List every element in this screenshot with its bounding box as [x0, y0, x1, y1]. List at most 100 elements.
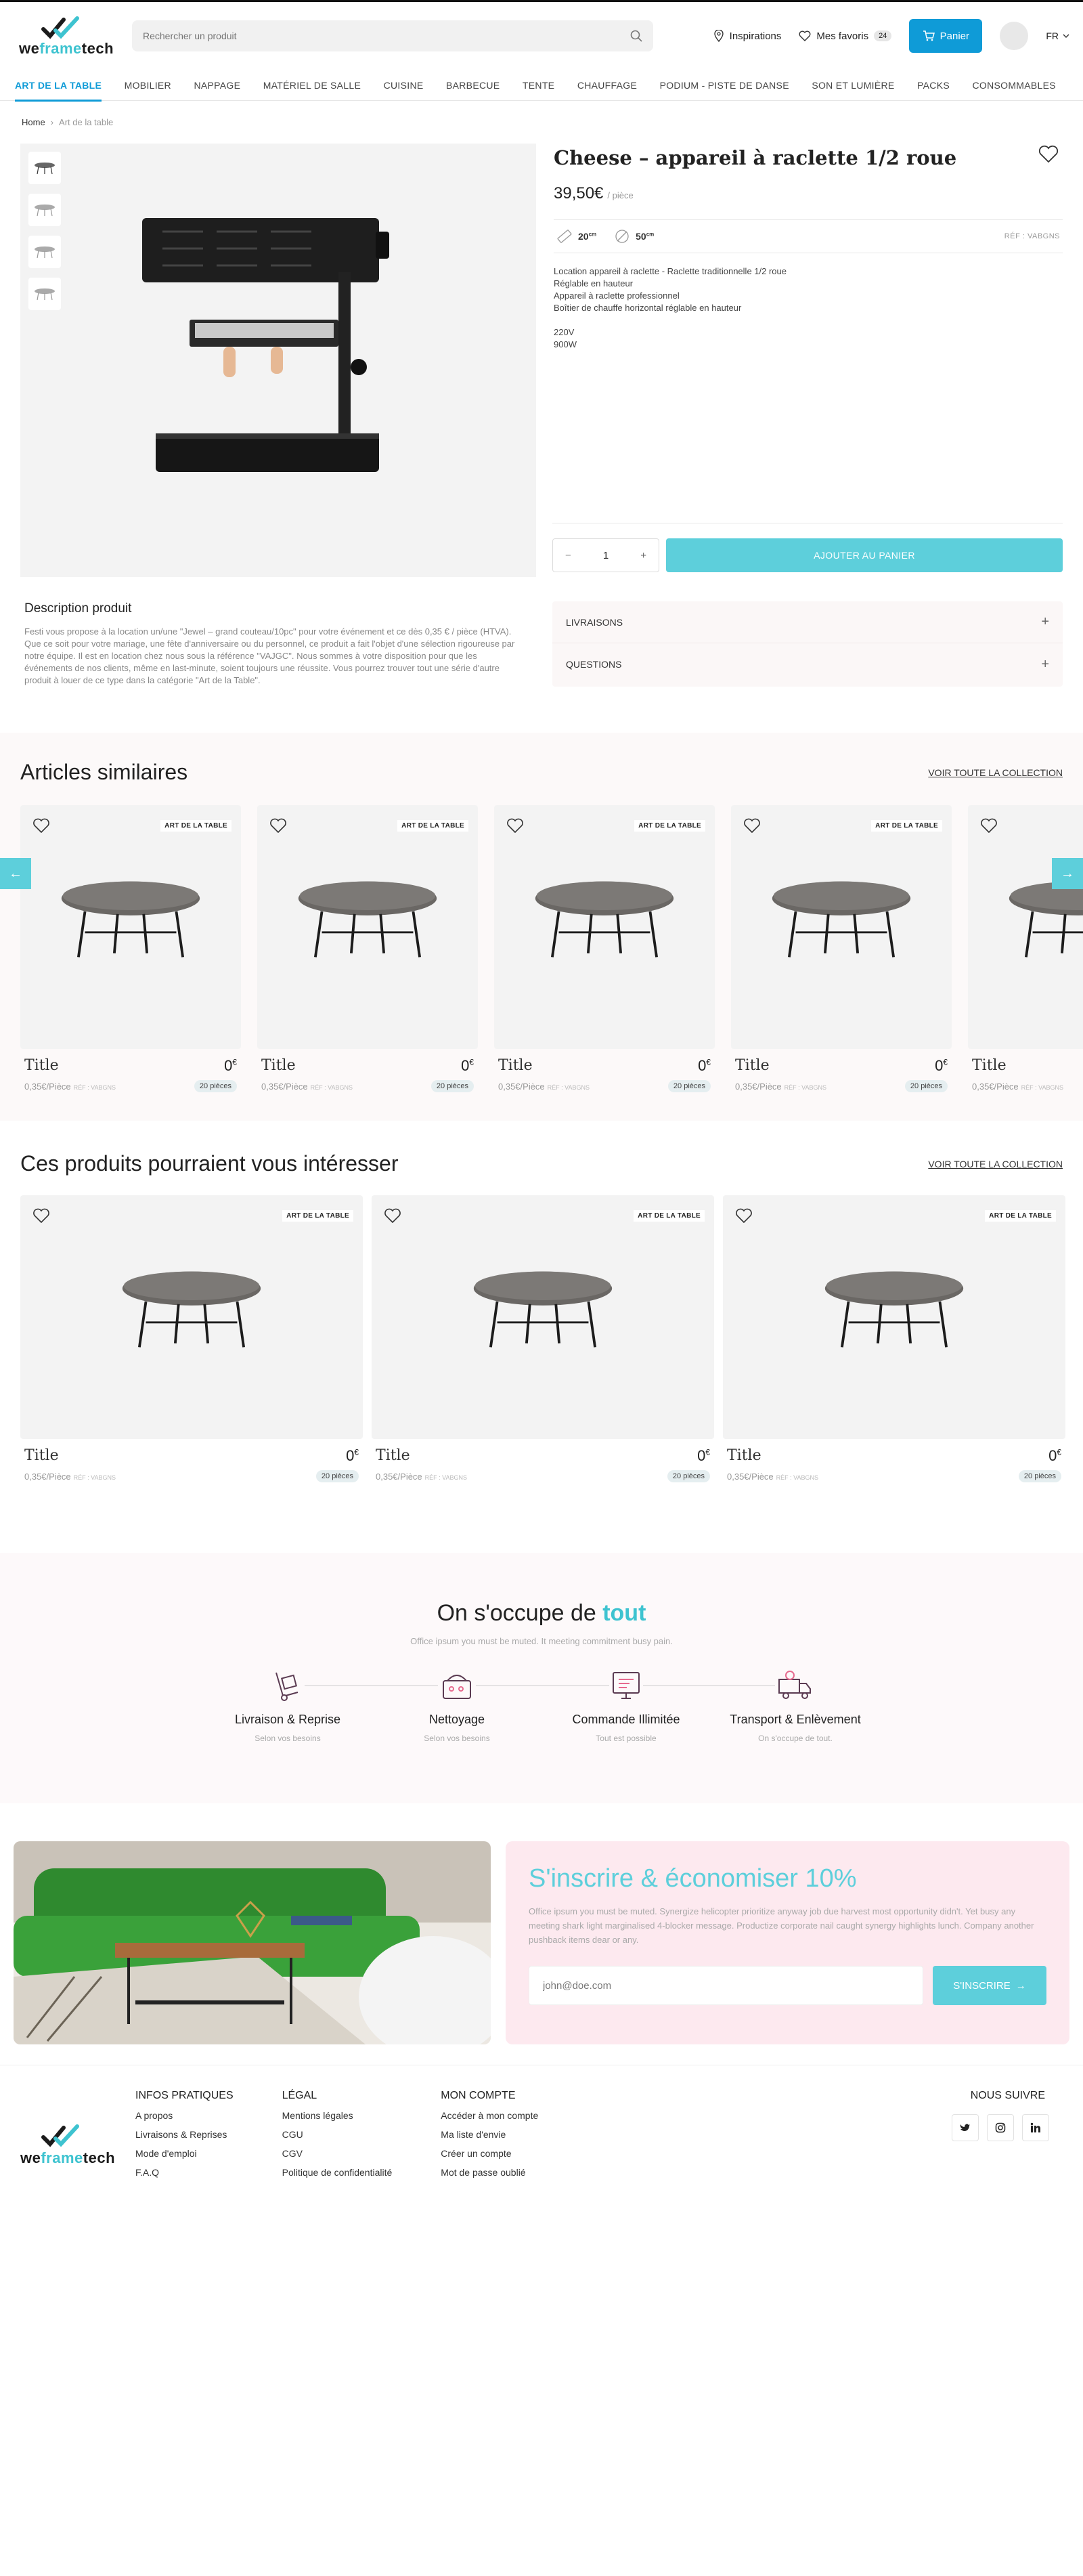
accordion-questions[interactable]: Questions + — [552, 643, 1063, 685]
product-card[interactable]: ART DE LA TABLETitle0€0,35€/PièceRÉF : V… — [257, 805, 478, 1092]
footer-link[interactable]: CGU — [282, 2129, 393, 2140]
product-card-image[interactable]: ART DE LA TABLE — [968, 805, 1083, 1049]
service-desc: On s'occupe de tout. — [758, 1734, 833, 1743]
subscribe-button[interactable]: S'INSCRIRE → — [933, 1966, 1046, 2005]
logo[interactable]: weframetech — [14, 9, 115, 63]
product-card-image[interactable]: ART DE LA TABLE — [731, 805, 952, 1049]
location-pin-icon — [713, 30, 724, 42]
favorites-count-badge: 24 — [874, 30, 892, 41]
thumbnail[interactable] — [28, 278, 61, 310]
thumbnail[interactable] — [28, 236, 61, 268]
product-card[interactable]: ART DE LA TABLETitle0€0,35€/PièceRÉF : V… — [372, 1195, 714, 1482]
heart-icon[interactable] — [735, 1207, 753, 1224]
instagram-icon[interactable] — [987, 2114, 1014, 2141]
product-card-qty-badge: 20 pièces — [430, 1080, 474, 1092]
decrement-button[interactable]: − — [565, 550, 571, 561]
heart-icon[interactable] — [32, 817, 50, 834]
footer-link[interactable]: Mot de passe oublié — [441, 2167, 538, 2178]
footer-link[interactable]: F.A.Q — [135, 2167, 234, 2178]
footer-link[interactable]: Politique de confidentialité — [282, 2167, 393, 2178]
nav-nappage[interactable]: Nappage — [194, 70, 240, 101]
nav-mobilier[interactable]: Mobilier — [125, 70, 171, 101]
product-card-title[interactable]: Title — [261, 1057, 296, 1075]
language-selector[interactable]: FR — [1046, 30, 1069, 41]
footer-link[interactable]: Accéder à mon compte — [441, 2110, 538, 2121]
thumbnail[interactable] — [28, 152, 61, 184]
nav-podium[interactable]: Podium - Piste de danse — [660, 70, 789, 101]
linkedin-icon[interactable] — [1022, 2114, 1049, 2141]
nav-tente[interactable]: Tente — [523, 70, 554, 101]
increment-button[interactable]: + — [640, 550, 646, 561]
thumbnail[interactable] — [28, 194, 61, 226]
newsletter-form: S'INSCRIRE → — [529, 1966, 1046, 2005]
product-card-image[interactable]: ART DE LA TABLE — [20, 1195, 363, 1439]
avatar[interactable] — [1000, 22, 1029, 50]
footer-link[interactable]: Livraisons & Reprises — [135, 2129, 234, 2140]
service-name: Livraison & Reprise — [234, 1713, 341, 1726]
heart-icon[interactable] — [980, 817, 998, 834]
nav-son-et-lumiere[interactable]: Son et lumière — [812, 70, 894, 101]
nav-packs[interactable]: Packs — [917, 70, 950, 101]
product-card-title[interactable]: Title — [24, 1447, 59, 1465]
breadcrumb-home[interactable]: Home — [22, 117, 45, 127]
add-to-cart-button[interactable]: AJOUTER AU PANIER — [666, 538, 1063, 572]
nav-chauffage[interactable]: Chauffage — [577, 70, 637, 101]
quantity-stepper[interactable]: − 1 + — [552, 538, 659, 572]
product-card-image[interactable]: ART DE LA TABLE — [20, 805, 241, 1049]
footer-link[interactable]: Créer un compte — [441, 2148, 538, 2159]
raclette-product-image — [142, 218, 389, 472]
round-table-icon — [473, 1271, 613, 1348]
product-card-image[interactable]: ART DE LA TABLE — [723, 1195, 1065, 1439]
footer-link[interactable]: Mentions légales — [282, 2110, 393, 2121]
product-card-image[interactable]: ART DE LA TABLE — [494, 805, 715, 1049]
footer-link[interactable]: CGV — [282, 2148, 393, 2159]
carousel-prev-button[interactable]: ← — [0, 858, 31, 889]
nav-materiel-de-salle[interactable]: Matériel de salle — [263, 70, 361, 101]
product-card[interactable]: ART DE LA TABLETitle0€0,35€/PièceRÉF : V… — [731, 805, 952, 1092]
product-card-title[interactable]: Title — [727, 1447, 761, 1465]
product-card[interactable]: ART DE LA TABLETitle0€0,35€/PièceRÉF : V… — [968, 805, 1083, 1092]
heart-icon[interactable] — [269, 817, 287, 834]
product-card[interactable]: ART DE LA TABLETitle0€0,35€/PièceRÉF : V… — [494, 805, 715, 1092]
category-tag: ART DE LA TABLE — [160, 820, 231, 832]
quantity-value[interactable]: 1 — [603, 550, 609, 561]
inspirations-link[interactable]: Inspirations — [713, 30, 781, 42]
arrow-right-icon: → — [1015, 1979, 1026, 1992]
nav-consommables[interactable]: Consommables — [972, 70, 1055, 101]
accordion-livraisons[interactable]: Livraisons + — [552, 601, 1063, 643]
interest-view-all-link[interactable]: VOIR TOUTE LA COLLECTION — [928, 1159, 1063, 1169]
product-card-title[interactable]: Title — [498, 1057, 533, 1075]
product-card-title[interactable]: Title — [376, 1447, 410, 1465]
heart-icon[interactable] — [32, 1207, 50, 1224]
favorites-link[interactable]: Mes favoris 24 — [799, 30, 892, 42]
product-card-title[interactable]: Title — [24, 1057, 59, 1075]
nav-cuisine[interactable]: Cuisine — [384, 70, 424, 101]
search-input[interactable] — [143, 30, 583, 41]
twitter-icon[interactable] — [952, 2114, 979, 2141]
heart-icon[interactable] — [743, 817, 761, 834]
footer-link[interactable]: A propos — [135, 2110, 234, 2121]
breadcrumb-current[interactable]: Art de la table — [59, 117, 113, 127]
email-field[interactable] — [529, 1966, 923, 2005]
heart-icon[interactable] — [384, 1207, 401, 1224]
nav-art-de-la-table[interactable]: Art de la table — [15, 70, 102, 102]
search-bar[interactable] — [132, 20, 653, 51]
product-card-title[interactable]: Title — [972, 1057, 1007, 1075]
product-card-image[interactable]: ART DE LA TABLE — [257, 805, 478, 1049]
favorite-heart-icon[interactable] — [1038, 145, 1059, 164]
product-card[interactable]: ART DE LA TABLETitle0€0,35€/PièceRÉF : V… — [20, 1195, 363, 1482]
footer-logo[interactable]: weframetech — [20, 2124, 115, 2178]
carousel-next-button[interactable]: → — [1052, 858, 1083, 889]
product-card-image[interactable]: ART DE LA TABLE — [372, 1195, 714, 1439]
product-card[interactable]: ART DE LA TABLETitle0€0,35€/PièceRÉF : V… — [20, 805, 241, 1092]
product-card-title[interactable]: Title — [735, 1057, 770, 1075]
similar-view-all-link[interactable]: VOIR TOUTE LA COLLECTION — [928, 767, 1063, 778]
search-icon[interactable] — [630, 30, 642, 42]
heart-icon[interactable] — [506, 817, 524, 834]
interest-title: Ces produits pourraient vous intéresser — [20, 1151, 399, 1176]
nav-barbecue[interactable]: Barbecue — [446, 70, 500, 101]
footer-link[interactable]: Ma liste d'envie — [441, 2129, 538, 2140]
cart-button[interactable]: Panier — [909, 19, 983, 53]
product-card[interactable]: ART DE LA TABLETitle0€0,35€/PièceRÉF : V… — [723, 1195, 1065, 1482]
footer-link[interactable]: Mode d'emploi — [135, 2148, 234, 2159]
